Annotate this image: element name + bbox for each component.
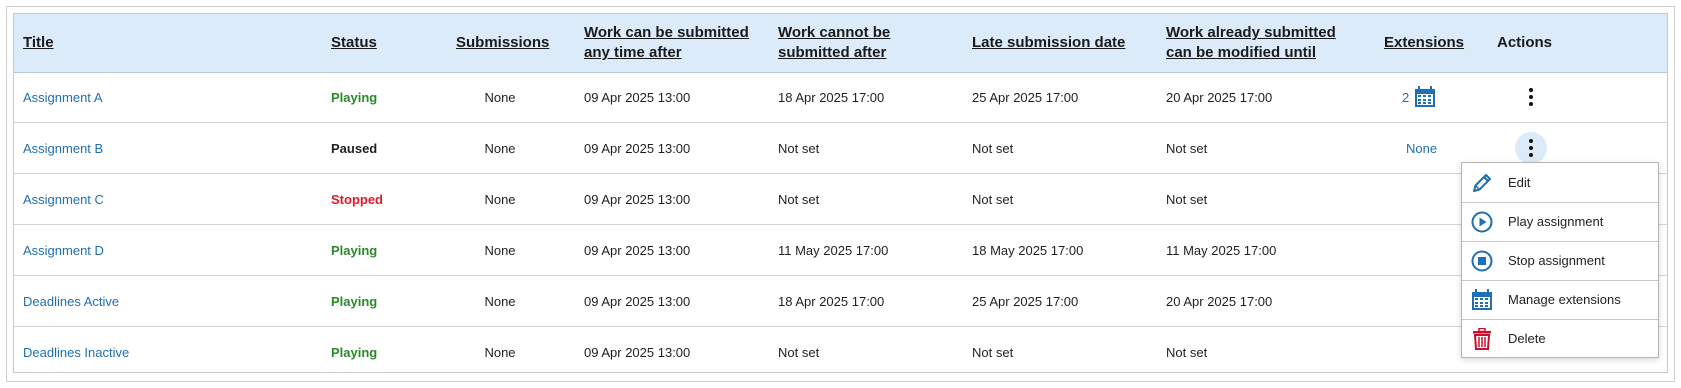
end-date: Not set [778,191,820,207]
end-date: Not set [778,140,820,156]
row-actions-button[interactable] [1515,81,1547,113]
calendar-icon[interactable] [1414,86,1436,108]
menu-item-edit[interactable]: Edit [1462,163,1658,203]
trash-icon [1470,327,1494,351]
row-actions-menu: Edit Play assignment Stop assignment Man… [1461,162,1659,358]
menu-item-play[interactable]: Play assignment [1462,202,1658,242]
submissions-value: None [484,191,516,207]
modify-date: 11 May 2025 17:00 [1166,242,1277,258]
table-row: Deadlines Active Playing None 09 Apr 202… [14,276,1667,327]
modify-date: 20 Apr 2025 17:00 [1166,293,1273,309]
start-date: 09 Apr 2025 13:00 [584,191,691,207]
status-text: Paused [331,140,378,156]
table-row: Assignment D Playing None 09 Apr 2025 13… [14,225,1667,276]
table-row: Deadlines Inactive Playing None 09 Apr 2… [14,327,1667,377]
play-icon [1470,210,1494,234]
start-date: 09 Apr 2025 13:00 [584,242,691,258]
more-vertical-icon [1529,88,1533,106]
menu-item-delete[interactable]: Delete [1462,319,1658,358]
end-date: Not set [778,344,820,360]
menu-item-label: Manage extensions [1508,292,1621,307]
assignment-title-link[interactable]: Assignment B [23,141,103,156]
menu-item-label: Delete [1508,331,1546,346]
end-date: 18 Apr 2025 17:00 [778,89,885,105]
end-date: 18 Apr 2025 17:00 [778,293,885,309]
calendar-icon [1470,288,1494,312]
status-text: Stopped [331,191,383,207]
extensions-count-link[interactable]: 2 [1402,90,1409,105]
late-date: Not set [972,344,1014,360]
table-row: Assignment C Stopped None 09 Apr 2025 13… [14,174,1667,225]
header-submissions[interactable]: Submissions [456,14,549,72]
more-vertical-icon [1529,139,1533,157]
header-start-date[interactable]: Work can be submitted any time after [584,14,749,72]
end-date: 11 May 2025 17:00 [778,242,889,258]
submissions-value: None [484,140,516,156]
header-end-date[interactable]: Work cannot be submitted after [778,14,890,72]
start-date: 09 Apr 2025 13:00 [584,89,691,105]
submissions-value: None [484,89,516,105]
modify-date: 20 Apr 2025 17:00 [1166,89,1273,105]
modify-date: Not set [1166,140,1208,156]
status-text: Playing [331,242,378,258]
header-modify-date[interactable]: Work already submitted can be modified un… [1166,14,1336,72]
late-date: Not set [972,140,1014,156]
header-late-date[interactable]: Late submission date [972,14,1125,72]
menu-item-stop[interactable]: Stop assignment [1462,241,1658,281]
assignments-table: Title Status Submissions Work can be sub… [13,13,1668,373]
modify-date: Not set [1166,191,1208,207]
late-date: 18 May 2025 17:00 [972,242,1084,258]
stop-icon [1470,249,1494,273]
row-actions-button[interactable] [1515,132,1547,164]
late-date: 25 Apr 2025 17:00 [972,293,1079,309]
submissions-value: None [484,344,516,360]
assignment-title-link[interactable]: Assignment A [23,90,103,105]
status-text: Playing [331,293,378,309]
header-extensions[interactable]: Extensions [1384,14,1464,72]
assignment-title-link[interactable]: Deadlines Active [23,294,119,309]
submissions-value: None [484,242,516,258]
late-date: 25 Apr 2025 17:00 [972,89,1079,105]
status-text: Playing [331,89,378,105]
extensions-none-link[interactable]: None [1406,141,1437,156]
start-date: 09 Apr 2025 13:00 [584,344,691,360]
menu-item-label: Play assignment [1508,214,1604,229]
pencil-icon [1470,171,1494,195]
menu-item-label: Edit [1508,175,1531,190]
header-actions: Actions [1497,34,1553,51]
late-date: Not set [972,191,1014,207]
menu-item-manage-extensions[interactable]: Manage extensions [1462,280,1658,320]
assignment-title-link[interactable]: Deadlines Inactive [23,345,129,360]
table-row: Assignment A Playing None 09 Apr 2025 13… [14,72,1667,123]
assignment-title-link[interactable]: Assignment C [23,192,104,207]
modify-date: Not set [1166,344,1208,360]
start-date: 09 Apr 2025 13:00 [584,140,691,156]
assignment-title-link[interactable]: Assignment D [23,243,104,258]
header-title[interactable]: Title [23,14,54,72]
submissions-value: None [484,293,516,309]
table-row: Assignment B Paused None 09 Apr 2025 13:… [14,123,1667,174]
menu-item-label: Stop assignment [1508,253,1605,268]
table-header: Title Status Submissions Work can be sub… [14,14,1667,73]
header-status[interactable]: Status [331,14,377,72]
start-date: 09 Apr 2025 13:00 [584,293,691,309]
status-text: Playing [331,344,378,360]
